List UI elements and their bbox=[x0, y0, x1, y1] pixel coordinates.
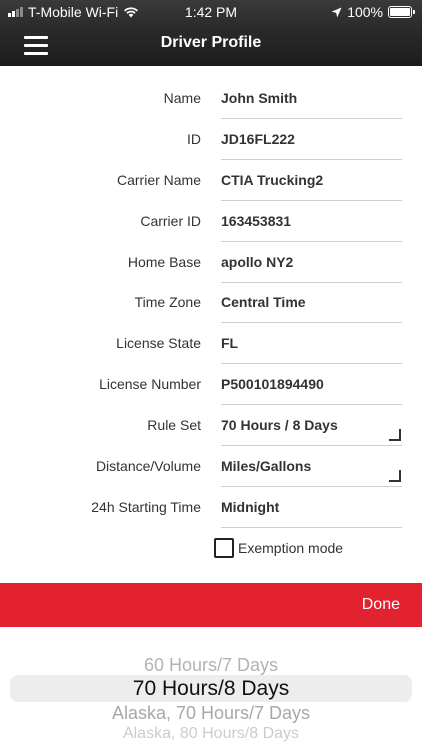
status-right: 100% bbox=[331, 4, 415, 20]
done-bar: Done bbox=[0, 583, 422, 627]
field-label: License State bbox=[116, 335, 201, 351]
status-bar: T-Mobile Wi-Fi 1:42 PM 100% bbox=[0, 0, 422, 24]
distance-volume-select[interactable]: Miles/Gallons bbox=[221, 458, 311, 474]
home-base-field[interactable]: apollo NY2 bbox=[221, 254, 293, 270]
exemption-mode-toggle[interactable]: Exemption mode bbox=[214, 538, 343, 558]
field-row-starting-time[interactable]: 24h Starting Time Midnight bbox=[0, 487, 422, 528]
field-label: License Number bbox=[99, 376, 201, 392]
carrier-id-field[interactable]: 163453831 bbox=[221, 213, 291, 229]
field-label: Carrier ID bbox=[140, 213, 201, 229]
location-arrow-icon bbox=[331, 7, 342, 17]
field-underline bbox=[221, 527, 402, 528]
battery-icon bbox=[388, 6, 415, 18]
field-row-license-number[interactable]: License Number P500101894490 bbox=[0, 364, 422, 405]
dropdown-corner-icon bbox=[389, 429, 401, 441]
field-row-rule-set[interactable]: Rule Set 70 Hours / 8 Days bbox=[0, 405, 422, 446]
rule-set-picker[interactable]: 60 Hours/7 Days 70 Hours/8 Days Alaska, … bbox=[0, 627, 422, 750]
starting-time-field[interactable]: Midnight bbox=[221, 499, 279, 515]
field-row-license-state[interactable]: License State FL bbox=[0, 323, 422, 364]
name-field[interactable]: John Smith bbox=[221, 90, 297, 106]
picker-option[interactable]: Alaska, 80 Hours/8 Days bbox=[0, 725, 422, 743]
field-label: Carrier Name bbox=[116, 172, 201, 188]
exemption-label: Exemption mode bbox=[238, 540, 344, 556]
picker-option[interactable]: Alaska, 70 Hours/7 Days bbox=[0, 703, 422, 724]
done-button[interactable]: Done bbox=[362, 596, 400, 614]
field-label: Name bbox=[163, 90, 201, 106]
field-label: Home Base bbox=[127, 254, 201, 270]
field-row-name[interactable]: Name John Smith bbox=[0, 78, 422, 119]
battery-percent: 100% bbox=[347, 4, 383, 20]
field-label: Rule Set bbox=[147, 417, 201, 433]
field-row-time-zone[interactable]: Time Zone Central Time bbox=[0, 282, 422, 323]
field-row-carrier-id[interactable]: Carrier ID 163453831 bbox=[0, 201, 422, 242]
picker-option-selected[interactable]: 70 Hours/8 Days bbox=[0, 677, 422, 701]
picker-option[interactable]: 60 Hours/7 Days bbox=[0, 655, 422, 676]
rule-set-select[interactable]: 70 Hours / 8 Days bbox=[221, 417, 338, 433]
dropdown-corner-icon bbox=[389, 470, 401, 482]
exemption-checkbox[interactable] bbox=[214, 538, 234, 558]
field-row-carrier-name[interactable]: Carrier Name CTIA Trucking2 bbox=[0, 160, 422, 201]
page-title: Driver Profile bbox=[160, 34, 262, 51]
app-header: T-Mobile Wi-Fi 1:42 PM 100% Driver Profi… bbox=[0, 0, 422, 66]
field-label: 24h Starting Time bbox=[91, 499, 201, 515]
field-label: ID bbox=[187, 131, 201, 147]
license-number-field[interactable]: P500101894490 bbox=[221, 376, 324, 392]
field-row-home-base[interactable]: Home Base apollo NY2 bbox=[0, 242, 422, 283]
field-row-id[interactable]: ID JD16FL222 bbox=[0, 119, 422, 160]
field-row-distance-volume[interactable]: Distance/Volume Miles/Gallons bbox=[0, 446, 422, 487]
field-label: Time Zone bbox=[134, 294, 201, 310]
license-state-field[interactable]: FL bbox=[221, 335, 238, 351]
id-field[interactable]: JD16FL222 bbox=[221, 131, 295, 147]
carrier-name-field[interactable]: CTIA Trucking2 bbox=[221, 172, 323, 188]
field-label: Distance/Volume bbox=[95, 458, 201, 474]
time-zone-field[interactable]: Central Time bbox=[221, 294, 306, 310]
